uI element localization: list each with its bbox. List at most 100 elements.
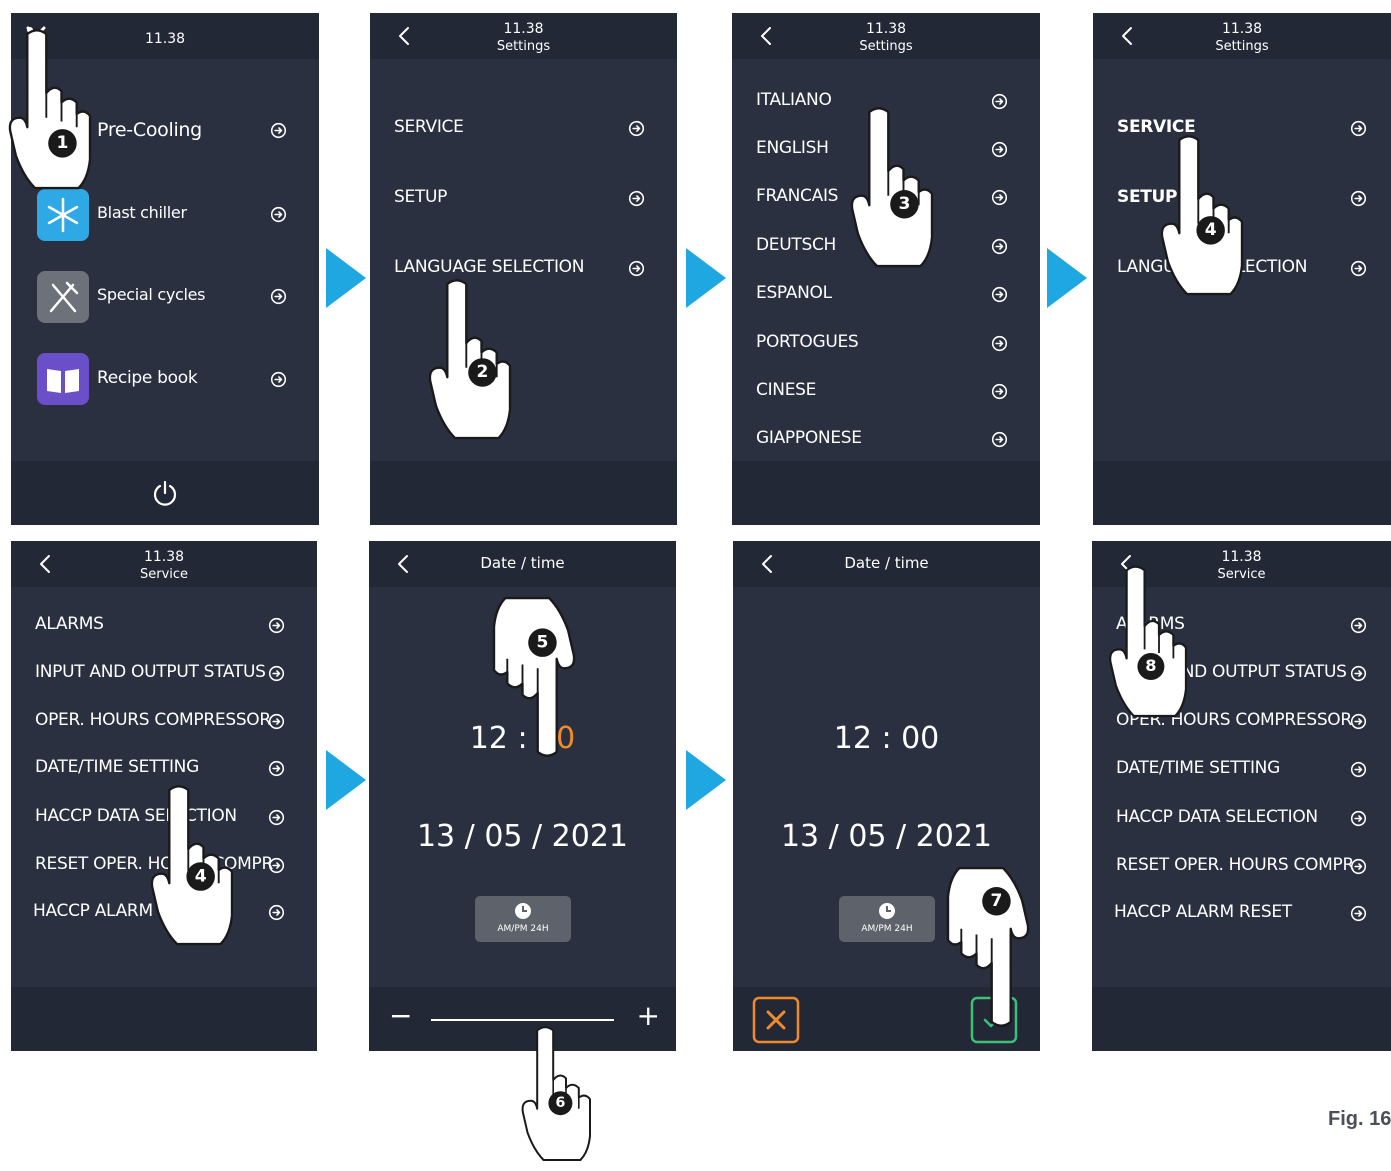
header-subtitle: Service [139,567,189,582]
service-item-hours-compressor[interactable]: OPER. HOURS COMPRESSOR [11,706,317,736]
footer-bar: − + [369,987,676,1051]
language-item-francais[interactable]: FRANCAIS [732,182,1040,212]
value-slider[interactable] [431,1019,614,1021]
footer-bar [733,987,1040,1051]
language-item-espanol[interactable]: ESPANOL [732,279,1040,309]
arrow-circle-icon [1350,665,1367,682]
menu-item-label: HACCP ALARM RESET [1114,902,1292,922]
header-bar: 11.38 Settings [732,13,1040,59]
time-format-button[interactable]: AM/PM 24H [839,896,935,942]
arrow-circle-icon [628,260,645,277]
time-format-button[interactable]: AM/PM 24H [475,896,571,942]
arrow-circle-icon [1350,120,1367,137]
language-item-giapponese[interactable]: GIAPPONESE [732,424,1040,454]
service-item-haccp-alarm-reset[interactable]: HACCP ALARM RESET [11,897,317,927]
menu-item-pre-cooling[interactable]: Pre-Cooling [11,115,319,145]
service-item-date-time-setting[interactable]: DATE/TIME SETTING [11,753,317,783]
screen-home: 11.38 Pre-Cooling Blast chiller Special … [11,13,319,525]
menu-item-label: INPUT AND OUTPUT STATUS [1116,662,1347,682]
menu-item-label: PORTOGUES [756,332,859,352]
arrow-circle-icon [268,904,285,921]
flow-arrow-icon [686,248,726,308]
step-badge: 6 [548,1091,573,1116]
arrow-circle-icon [991,141,1008,158]
arrow-circle-icon [270,371,287,388]
arrow-circle-icon [1350,810,1367,827]
arrow-circle-icon [270,206,287,223]
service-item-alarms[interactable]: ALARMS [11,610,317,640]
service-item-reset-hours[interactable]: RESET OPER. HOURS COMPR [1092,851,1391,881]
power-icon[interactable] [151,479,179,507]
service-item-date-time-setting[interactable]: DATE/TIME SETTING [1092,754,1391,784]
menu-item-label: GIAPPONESE [756,428,862,448]
menu-item-recipe-book[interactable]: Recipe book [11,364,319,394]
menu-item-label: FRANCAIS [756,186,839,206]
cancel-icon[interactable] [752,996,800,1044]
service-item-io-status[interactable]: INPUT AND OUTPUT STATUS [1092,658,1391,688]
service-item-haccp-alarm-reset[interactable]: HACCP ALARM RESET [1092,898,1391,928]
menu-item-language-selection[interactable]: LANGUAGE SELECTION [1093,253,1391,283]
header-subtitle: Settings [1215,39,1269,54]
arrow-circle-icon [1350,761,1367,778]
language-item-english[interactable]: ENGLISH [732,134,1040,164]
language-item-portogues[interactable]: PORTOGUES [732,328,1040,358]
header-bar: 11.38 Service [1092,541,1391,587]
arrow-circle-icon [270,122,287,139]
arrow-circle-icon [991,431,1008,448]
menu-item-label: LANGUAGE SELECTION [394,257,585,277]
menu-item-label: DEUTSCH [756,235,837,255]
language-item-cinese[interactable]: CINESE [732,376,1040,406]
flow-arrow-icon [326,750,366,810]
language-item-deutsch[interactable]: DEUTSCH [732,231,1040,261]
minus-button[interactable]: − [389,999,412,1032]
date-display[interactable]: 13 / 05 / 2021 [369,819,676,854]
screen-settings: 11.38 Settings SERVICE SETUP LANGUAGE SE… [370,13,677,525]
service-item-io-status[interactable]: INPUT AND OUTPUT STATUS [11,658,317,688]
menu-item-label: OPER. HOURS COMPRESSOR [1116,710,1352,730]
menu-item-label: INPUT AND OUTPUT STATUS [35,662,266,682]
menu-item-label: ALARMS [1116,614,1185,634]
footer-bar [370,461,677,525]
menu-item-language-selection[interactable]: LANGUAGE SELECTION [370,253,677,283]
service-item-hours-compressor[interactable]: OPER. HOURS COMPRESSOR [1092,706,1391,736]
arrow-circle-icon [268,617,285,634]
menu-item-setup[interactable]: SETUP [370,183,677,213]
menu-item-setup[interactable]: SETUP [1093,183,1391,213]
menu-item-label: RESET OPER. HOURS COMPR [1116,855,1354,875]
arrow-circle-icon [1350,260,1367,277]
minutes-value[interactable]: 00 [537,721,575,756]
header-bar: Date / time [369,541,676,587]
menu-item-special-cycles[interactable]: Special cycles [11,281,319,311]
plus-button[interactable]: + [637,999,660,1032]
clock-time: 11.38 [1221,549,1262,565]
arrow-circle-icon [991,335,1008,352]
service-item-haccp-data[interactable]: HACCP DATA SELECTION [1092,803,1391,833]
service-item-haccp-data[interactable]: HACCP DATA SELECTION [11,802,317,832]
menu-item-service[interactable]: SERVICE [1093,113,1391,143]
confirm-icon[interactable] [970,996,1018,1044]
time-display: 12 : 00 [833,721,940,756]
clock-time: 11.38 [865,21,907,37]
screen-service: 11.38 Service ALARMS INPUT AND OUTPUT ST… [11,541,317,1051]
language-item-italiano[interactable]: ITALIANO [732,86,1040,116]
arrow-circle-icon [991,189,1008,206]
header-bar: 11.38 Settings [1093,13,1391,59]
arrow-circle-icon [268,857,285,874]
time-format-label: AM/PM 24H [497,924,549,934]
clock-time: 11.38 [144,31,186,47]
arrow-circle-icon [268,665,285,682]
menu-item-blast-chiller[interactable]: Blast chiller [11,199,319,229]
menu-item-label: ALARMS [35,614,104,634]
menu-item-service[interactable]: SERVICE [370,113,677,143]
screen-settings-2: 11.38 Settings SERVICE SETUP LANGUAGE SE… [1093,13,1391,525]
header-subtitle: Settings [859,39,913,54]
arrow-circle-icon [1350,190,1367,207]
arrow-circle-icon [991,93,1008,110]
footer-bar [11,987,317,1051]
menu-item-label: DATE/TIME SETTING [35,757,199,777]
arrow-circle-icon [268,760,285,777]
service-item-alarms[interactable]: ALARMS [1092,610,1391,640]
hours-value[interactable]: 12 [470,721,508,756]
screen-date-time-edit: Date / time 12 : 00 13 / 05 / 2021 AM/PM… [369,541,676,1051]
service-item-reset-hours[interactable]: RESET OPER. HOURS COMPR [11,850,317,880]
